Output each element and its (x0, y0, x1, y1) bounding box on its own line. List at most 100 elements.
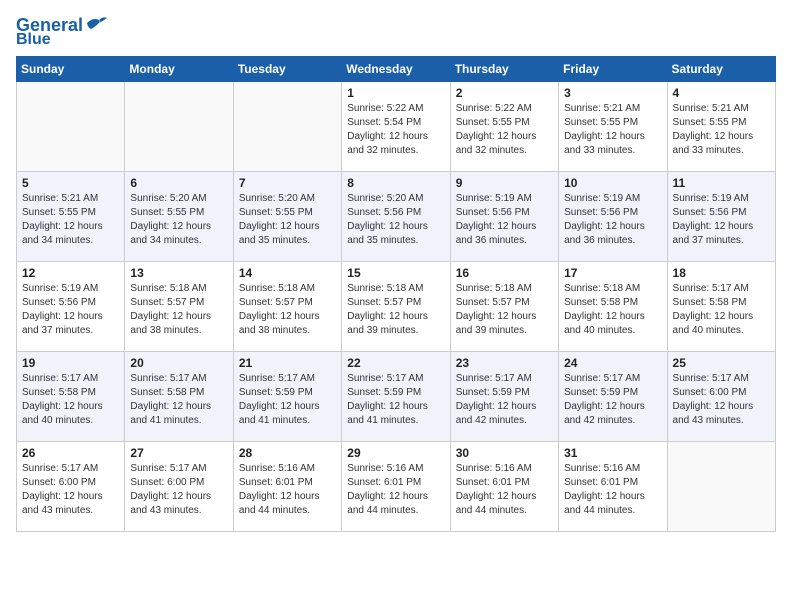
day-number: 7 (239, 176, 336, 190)
day-info: Sunrise: 5:19 AM Sunset: 5:56 PM Dayligh… (456, 192, 553, 248)
day-number: 24 (564, 356, 661, 370)
calendar-cell: 21 Sunrise: 5:17 AM Sunset: 5:59 PM Dayli… (233, 352, 341, 442)
day-info: Sunrise: 5:21 AM Sunset: 5:55 PM Dayligh… (22, 192, 119, 248)
calendar-cell: 24 Sunrise: 5:17 AM Sunset: 5:59 PM Dayli… (559, 352, 667, 442)
calendar-week-row: 5 Sunrise: 5:21 AM Sunset: 5:55 PM Daylig… (17, 172, 776, 262)
day-number: 21 (239, 356, 336, 370)
day-number: 19 (22, 356, 119, 370)
day-info: Sunrise: 5:17 AM Sunset: 6:00 PM Dayligh… (130, 462, 227, 518)
calendar-cell: 6 Sunrise: 5:20 AM Sunset: 5:55 PM Daylig… (125, 172, 233, 262)
calendar-cell: 30Sunrise: 5:16 AM Sunset: 6:01 PM Dayli… (450, 442, 558, 532)
calendar-cell: 14 Sunrise: 5:18 AM Sunset: 5:57 PM Dayli… (233, 262, 341, 352)
column-header-monday: Monday (125, 57, 233, 82)
column-header-sunday: Sunday (17, 57, 125, 82)
day-number: 4 (673, 86, 770, 100)
calendar-cell: 31Sunrise: 5:16 AM Sunset: 6:01 PM Dayli… (559, 442, 667, 532)
logo: General Blue (16, 16, 107, 48)
day-info: Sunrise: 5:20 AM Sunset: 5:55 PM Dayligh… (239, 192, 336, 248)
column-header-saturday: Saturday (667, 57, 775, 82)
calendar-cell: 11 Sunrise: 5:19 AM Sunset: 5:56 PM Dayli… (667, 172, 775, 262)
calendar-cell: 29 Sunrise: 5:16 AM Sunset: 6:01 PM Dayli… (342, 442, 450, 532)
day-info: Sunrise: 5:20 AM Sunset: 5:55 PM Dayligh… (130, 192, 227, 248)
day-info: Sunrise: 5:17 AM Sunset: 6:00 PM Dayligh… (22, 462, 119, 518)
calendar-cell: 25 Sunrise: 5:17 AM Sunset: 6:00 PM Dayli… (667, 352, 775, 442)
calendar-week-row: 26Sunrise: 5:17 AM Sunset: 6:00 PM Dayli… (17, 442, 776, 532)
calendar-cell (233, 82, 341, 172)
day-number: 5 (22, 176, 119, 190)
page-header: General Blue (16, 16, 776, 48)
calendar-cell: 12Sunrise: 5:19 AM Sunset: 5:56 PM Dayli… (17, 262, 125, 352)
day-number: 3 (564, 86, 661, 100)
calendar-cell: 15 Sunrise: 5:18 AM Sunset: 5:57 PM Dayli… (342, 262, 450, 352)
day-number: 22 (347, 356, 444, 370)
calendar-cell: 22 Sunrise: 5:17 AM Sunset: 5:59 PM Dayli… (342, 352, 450, 442)
day-number: 29 (347, 446, 444, 460)
calendar-header-row: SundayMondayTuesdayWednesdayThursdayFrid… (17, 57, 776, 82)
day-number: 27 (130, 446, 227, 460)
day-info: Sunrise: 5:18 AM Sunset: 5:57 PM Dayligh… (239, 282, 336, 338)
day-info: Sunrise: 5:18 AM Sunset: 5:58 PM Dayligh… (564, 282, 661, 338)
calendar-cell: 19 Sunrise: 5:17 AM Sunset: 5:58 PM Dayli… (17, 352, 125, 442)
calendar-cell: 7 Sunrise: 5:20 AM Sunset: 5:55 PM Daylig… (233, 172, 341, 262)
column-header-wednesday: Wednesday (342, 57, 450, 82)
calendar-cell: 10 Sunrise: 5:19 AM Sunset: 5:56 PM Dayli… (559, 172, 667, 262)
calendar-cell: 27 Sunrise: 5:17 AM Sunset: 6:00 PM Dayli… (125, 442, 233, 532)
column-header-tuesday: Tuesday (233, 57, 341, 82)
day-info: Sunrise: 5:17 AM Sunset: 5:59 PM Dayligh… (239, 372, 336, 428)
day-info: Sunrise: 5:17 AM Sunset: 5:58 PM Dayligh… (130, 372, 227, 428)
day-number: 11 (673, 176, 770, 190)
calendar-cell: 28 Sunrise: 5:16 AM Sunset: 6:01 PM Dayli… (233, 442, 341, 532)
day-info: Sunrise: 5:16 AM Sunset: 6:01 PM Dayligh… (239, 462, 336, 518)
bird-icon (85, 15, 107, 31)
day-number: 31 (564, 446, 661, 460)
day-info: Sunrise: 5:19 AM Sunset: 5:56 PM Dayligh… (564, 192, 661, 248)
day-number: 18 (673, 266, 770, 280)
calendar-cell: 13 Sunrise: 5:18 AM Sunset: 5:57 PM Dayli… (125, 262, 233, 352)
day-info: Sunrise: 5:18 AM Sunset: 5:57 PM Dayligh… (347, 282, 444, 338)
calendar-cell (17, 82, 125, 172)
day-number: 17 (564, 266, 661, 280)
day-info: Sunrise: 5:16 AM Sunset: 6:01 PM Dayligh… (347, 462, 444, 518)
day-info: Sunrise: 5:16 AM Sunset: 6:01 PM Dayligh… (456, 462, 553, 518)
calendar-cell (667, 442, 775, 532)
day-info: Sunrise: 5:18 AM Sunset: 5:57 PM Dayligh… (130, 282, 227, 338)
calendar-cell: 17 Sunrise: 5:18 AM Sunset: 5:58 PM Dayli… (559, 262, 667, 352)
column-header-friday: Friday (559, 57, 667, 82)
calendar-cell: 16 Sunrise: 5:18 AM Sunset: 5:57 PM Dayli… (450, 262, 558, 352)
day-number: 23 (456, 356, 553, 370)
calendar-cell: 9Sunrise: 5:19 AM Sunset: 5:56 PM Daylig… (450, 172, 558, 262)
day-number: 13 (130, 266, 227, 280)
day-number: 12 (22, 266, 119, 280)
day-number: 8 (347, 176, 444, 190)
day-number: 14 (239, 266, 336, 280)
day-info: Sunrise: 5:17 AM Sunset: 5:59 PM Dayligh… (456, 372, 553, 428)
day-number: 6 (130, 176, 227, 190)
column-header-thursday: Thursday (450, 57, 558, 82)
day-info: Sunrise: 5:20 AM Sunset: 5:56 PM Dayligh… (347, 192, 444, 248)
day-number: 10 (564, 176, 661, 190)
day-info: Sunrise: 5:21 AM Sunset: 5:55 PM Dayligh… (673, 102, 770, 158)
day-info: Sunrise: 5:17 AM Sunset: 5:58 PM Dayligh… (673, 282, 770, 338)
calendar-cell: 26Sunrise: 5:17 AM Sunset: 6:00 PM Dayli… (17, 442, 125, 532)
calendar-table: SundayMondayTuesdayWednesdayThursdayFrid… (16, 56, 776, 532)
day-info: Sunrise: 5:17 AM Sunset: 5:58 PM Dayligh… (22, 372, 119, 428)
calendar-cell (125, 82, 233, 172)
calendar-cell: 18 Sunrise: 5:17 AM Sunset: 5:58 PM Dayli… (667, 262, 775, 352)
calendar-cell: 23 Sunrise: 5:17 AM Sunset: 5:59 PM Dayli… (450, 352, 558, 442)
day-number: 2 (456, 86, 553, 100)
day-info: Sunrise: 5:17 AM Sunset: 5:59 PM Dayligh… (564, 372, 661, 428)
day-number: 15 (347, 266, 444, 280)
calendar-cell: 3 Sunrise: 5:21 AM Sunset: 5:55 PM Daylig… (559, 82, 667, 172)
calendar-cell: 2Sunrise: 5:22 AM Sunset: 5:55 PM Daylig… (450, 82, 558, 172)
day-info: Sunrise: 5:17 AM Sunset: 6:00 PM Dayligh… (673, 372, 770, 428)
day-info: Sunrise: 5:17 AM Sunset: 5:59 PM Dayligh… (347, 372, 444, 428)
day-number: 16 (456, 266, 553, 280)
day-info: Sunrise: 5:21 AM Sunset: 5:55 PM Dayligh… (564, 102, 661, 158)
day-number: 28 (239, 446, 336, 460)
calendar-week-row: 1Sunrise: 5:22 AM Sunset: 5:54 PM Daylig… (17, 82, 776, 172)
day-number: 25 (673, 356, 770, 370)
calendar-cell: 8 Sunrise: 5:20 AM Sunset: 5:56 PM Daylig… (342, 172, 450, 262)
calendar-cell: 1Sunrise: 5:22 AM Sunset: 5:54 PM Daylig… (342, 82, 450, 172)
day-info: Sunrise: 5:18 AM Sunset: 5:57 PM Dayligh… (456, 282, 553, 338)
day-info: Sunrise: 5:19 AM Sunset: 5:56 PM Dayligh… (673, 192, 770, 248)
